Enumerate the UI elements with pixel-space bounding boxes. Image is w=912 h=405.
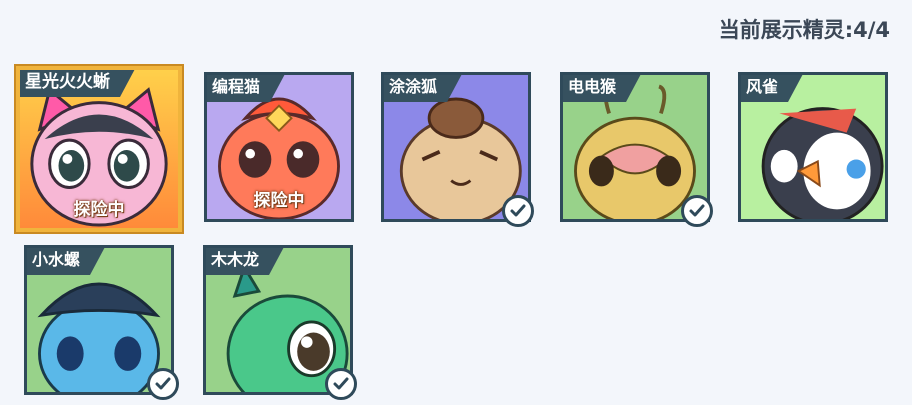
creature-card-xingguang-huohuoxi[interactable]: 星光火火蜥 探险中	[14, 64, 184, 234]
checkmark-circle-icon	[325, 368, 357, 400]
creature-status: 探险中	[253, 191, 305, 211]
display-count: 当前展示精灵:4/4	[718, 18, 890, 42]
creature-status: 探险中	[73, 200, 125, 220]
checkmark-circle-icon	[147, 368, 179, 400]
creature-name: 星光火火蜥	[17, 67, 136, 97]
creature-card-biancheng-mao[interactable]: 编程猫 探险中	[204, 72, 354, 222]
creature-card-feng-que[interactable]: 风雀	[738, 72, 888, 222]
checkmark-circle-icon	[681, 195, 713, 227]
checkmark-circle-icon	[502, 195, 534, 227]
